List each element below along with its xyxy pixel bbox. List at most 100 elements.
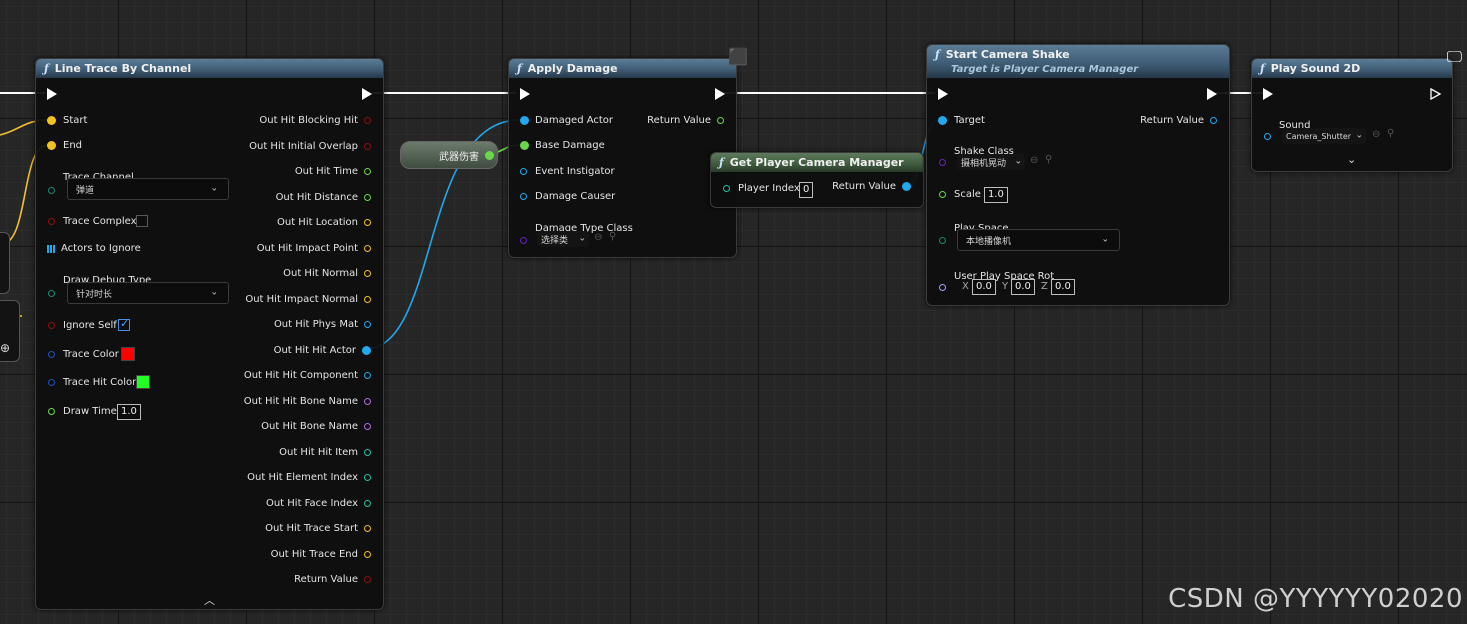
- apply-damage-node[interactable]: ƒ Apply Damage ⬛ Damaged Actor Return Va…: [508, 47, 748, 258]
- output-pin[interactable]: Out Hit Element Index: [247, 472, 371, 483]
- get-camera-manager-header[interactable]: ƒ Get Player Camera Manager: [711, 153, 923, 172]
- output-pin[interactable]: Out Hit Hit Bone Name: [244, 396, 371, 407]
- line-trace-node[interactable]: ƒ Line Trace By Channel Start End Trace …: [35, 58, 384, 610]
- exec-in-pin[interactable]: [1263, 88, 1273, 100]
- output-pin[interactable]: Out Hit Normal: [283, 268, 371, 279]
- rot-y-input[interactable]: 0.0: [1011, 279, 1035, 295]
- camera-shake-node[interactable]: ƒ Start Camera Shake Target is Player Ca…: [926, 44, 1230, 306]
- trace-complex-checkbox[interactable]: [136, 215, 148, 227]
- camera-shake-return-pin[interactable]: Return Value: [1140, 115, 1217, 126]
- trace-complex-pin[interactable]: Trace Complex: [48, 216, 137, 227]
- damage-type-dropdown[interactable]: 选择类 ⌄: [537, 231, 589, 247]
- exec-out-pin[interactable]: [1207, 88, 1217, 100]
- trace-hit-color-pin[interactable]: Trace Hit Color: [48, 377, 136, 388]
- ignore-self-checkbox[interactable]: [118, 317, 130, 331]
- exec-in-pin[interactable]: [938, 88, 948, 100]
- player-index-pin[interactable]: Player Index: [723, 183, 800, 194]
- output-pin[interactable]: Out Hit Face Index: [266, 498, 371, 509]
- shake-class-dropdown[interactable]: 摄相机晃动 ⌄: [957, 154, 1025, 170]
- draw-debug-type-dropdown[interactable]: 针对时长 ⌄: [67, 282, 229, 304]
- end-pin[interactable]: End: [47, 140, 82, 151]
- damaged-actor-pin[interactable]: Damaged Actor: [520, 115, 613, 126]
- output-pin-label: Out Hit Hit Actor: [273, 344, 356, 356]
- enum-pin-icon: [48, 290, 55, 297]
- output-pin[interactable]: Out Hit Distance: [276, 192, 371, 203]
- play-sound-node[interactable]: ƒ Play Sound 2D 🖵 Sound Camera_Shutter ⌄…: [1251, 47, 1462, 172]
- actors-to-ignore-pin[interactable]: Actors to Ignore: [47, 243, 141, 254]
- int-pin-icon: [723, 185, 730, 192]
- chevron-down-icon: ⌄: [1355, 130, 1363, 141]
- pin-icon: [364, 295, 371, 303]
- partial-node-left-1[interactable]: [0, 232, 10, 294]
- enum-pin-icon: [48, 187, 55, 194]
- output-pin[interactable]: Out Hit Blocking Hit: [259, 115, 371, 126]
- user-play-space-rot-pin[interactable]: User Play Space Rot: [939, 266, 1054, 291]
- target-pin[interactable]: Target: [938, 115, 985, 126]
- weapon-damage-variable[interactable]: 武器伤害: [400, 141, 498, 169]
- browse-back-icon[interactable]: ⊖: [594, 232, 602, 243]
- trace-color-pin[interactable]: Trace Color: [48, 349, 119, 360]
- trace-hit-color-swatch[interactable]: [136, 375, 150, 389]
- output-pin[interactable]: Out Hit Hit Component: [244, 370, 371, 381]
- scale-pin[interactable]: Scale: [939, 189, 981, 200]
- output-pin[interactable]: Out Hit Time: [295, 166, 371, 177]
- event-instigator-label: Event Instigator: [535, 166, 615, 177]
- browse-back-icon[interactable]: ⊖: [1030, 155, 1038, 166]
- camera-manager-return-pin[interactable]: Return Value: [832, 181, 911, 192]
- output-pin[interactable]: Out Hit Location: [277, 217, 371, 228]
- cosmetic-monitor-icon: 🖵: [1446, 47, 1462, 66]
- trace-channel-dropdown[interactable]: 弹道 ⌄: [67, 178, 229, 200]
- search-icon[interactable]: ⚲: [609, 231, 616, 242]
- line-trace-header[interactable]: ƒ Line Trace By Channel: [36, 59, 383, 78]
- pin-icon: [364, 142, 371, 150]
- search-icon[interactable]: ⚲: [1045, 154, 1052, 165]
- player-index-input[interactable]: 0: [799, 182, 814, 198]
- return-value-pin[interactable]: Return Value: [647, 115, 724, 126]
- apply-damage-header[interactable]: ƒ Apply Damage: [509, 59, 736, 78]
- output-pin-label: Out Hit Location: [276, 217, 358, 228]
- exec-in-pin[interactable]: [520, 88, 530, 100]
- event-instigator-pin[interactable]: Event Instigator: [520, 166, 615, 177]
- output-pin[interactable]: Out Hit Hit Actor: [274, 345, 371, 356]
- sound-dropdown[interactable]: Camera_Shutter ⌄: [1282, 128, 1366, 144]
- damage-causer-pin[interactable]: Damage Causer: [520, 191, 615, 202]
- apply-damage-title: Apply Damage: [527, 62, 618, 75]
- output-pin[interactable]: Out Hit Bone Name: [261, 421, 371, 432]
- rot-y-label: Y: [1002, 281, 1009, 292]
- play-sound-header[interactable]: ƒ Play Sound 2D: [1252, 59, 1452, 78]
- browse-back-icon[interactable]: ⊖: [1372, 129, 1380, 140]
- add-pin-icon[interactable]: ⊕: [0, 341, 10, 355]
- float-pin-icon[interactable]: [485, 150, 494, 160]
- shake-class-value: 摄相机晃动: [961, 158, 1007, 169]
- output-pin[interactable]: Out Hit Impact Normal: [245, 294, 371, 305]
- exec-in-pin[interactable]: [47, 88, 57, 100]
- rot-x-input[interactable]: 0.0: [972, 279, 996, 295]
- draw-time-input[interactable]: 1.0: [117, 404, 141, 420]
- exec-out-pin[interactable]: [362, 88, 372, 100]
- output-pin[interactable]: Out Hit Trace Start: [265, 523, 371, 534]
- collapse-arrow-icon[interactable]: ︿: [204, 592, 215, 608]
- pin-icon: [364, 499, 371, 507]
- play-space-dropdown[interactable]: 本地播像机 ⌄: [957, 229, 1120, 251]
- scale-input[interactable]: 1.0: [984, 187, 1008, 203]
- get-camera-manager-node[interactable]: ƒ Get Player Camera Manager Player Index…: [710, 152, 924, 208]
- base-damage-pin[interactable]: Base Damage: [520, 140, 605, 151]
- output-pin[interactable]: Out Hit Trace End: [271, 549, 371, 560]
- object-pin-icon: [1264, 133, 1271, 140]
- exec-out-pin[interactable]: [1430, 88, 1442, 100]
- draw-time-pin[interactable]: Draw Time: [48, 406, 117, 417]
- expand-arrow-icon[interactable]: ⌄: [1347, 153, 1356, 166]
- camera-shake-header[interactable]: ƒ Start Camera Shake Target is Player Ca…: [927, 45, 1229, 78]
- rot-z-input[interactable]: 0.0: [1051, 279, 1075, 295]
- output-pin[interactable]: Out Hit Hit Item: [279, 447, 371, 458]
- output-pin[interactable]: Out Hit Initial Overlap: [249, 141, 371, 152]
- output-pin[interactable]: Out Hit Phys Mat: [274, 319, 371, 330]
- draw-debug-type-value: 针对时长: [76, 289, 113, 300]
- trace-color-swatch[interactable]: [121, 347, 135, 361]
- search-icon[interactable]: ⚲: [1387, 128, 1394, 139]
- exec-out-pin[interactable]: [715, 88, 725, 100]
- output-pin[interactable]: Out Hit Impact Point: [257, 243, 371, 254]
- start-pin[interactable]: Start: [47, 115, 87, 126]
- ignore-self-pin[interactable]: Ignore Self: [48, 320, 117, 331]
- output-pin[interactable]: Return Value: [294, 574, 371, 585]
